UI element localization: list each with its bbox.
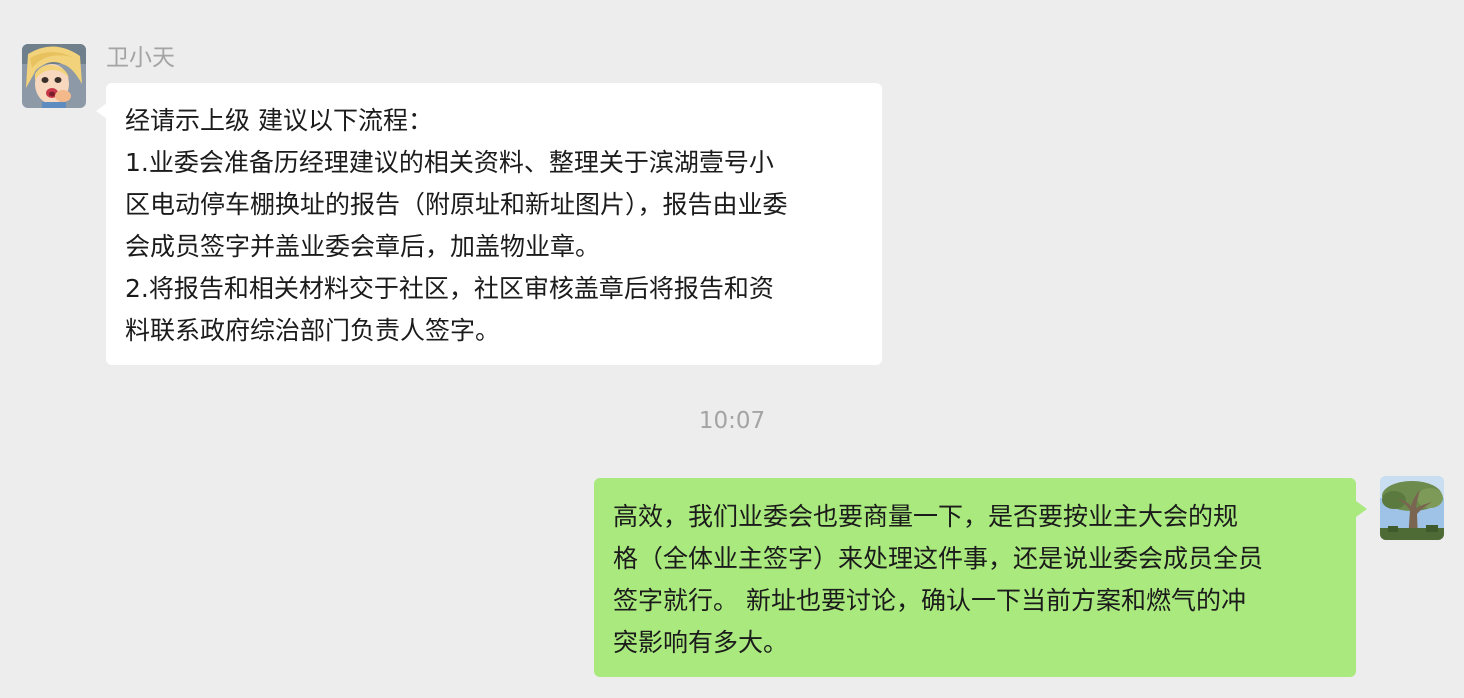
message-line: 料联系政府综治部门负责人签字。	[125, 316, 501, 345]
own-avatar[interactable]	[1380, 476, 1444, 540]
message-line: 2.将报告和相关材料交于社区，社区审核盖章后将报告和资	[125, 274, 774, 303]
sender-avatar[interactable]	[22, 44, 86, 108]
message-timestamp: 10:07	[698, 408, 766, 434]
message-line: 会成员签字并盖业委会章后，加盖物业章。	[125, 232, 601, 261]
message-line: 签字就行。 新址也要讨论，确认一下当前方案和燃气的冲	[613, 586, 1246, 615]
tree-photo-avatar-icon	[1380, 476, 1444, 540]
outgoing-message-bubble[interactable]: 高效，我们业委会也要商量一下，是否要按业主大会的规 格（全体业主签字）来处理这件…	[594, 478, 1356, 677]
sender-name: 卫小天	[106, 45, 175, 71]
message-line: 格（全体业主签字）来处理这件事，还是说业委会成员全员	[613, 544, 1264, 573]
message-line: 区电动停车棚换址的报告（附原址和新址图片），报告由业委	[125, 190, 788, 219]
message-line: 突影响有多大。	[613, 628, 789, 657]
message-line: 1.业委会准备历经理建议的相关资料、整理关于滨湖壹号小	[125, 148, 774, 177]
message-line: 经请示上级 建议以下流程：	[125, 106, 433, 135]
cartoon-princess-avatar-icon	[22, 44, 86, 108]
incoming-message-bubble[interactable]: 经请示上级 建议以下流程： 1.业委会准备历经理建议的相关资料、整理关于滨湖壹号…	[106, 83, 882, 365]
outgoing-bubble-tail	[1356, 501, 1367, 517]
message-line: 高效，我们业委会也要商量一下，是否要按业主大会的规	[613, 502, 1239, 531]
